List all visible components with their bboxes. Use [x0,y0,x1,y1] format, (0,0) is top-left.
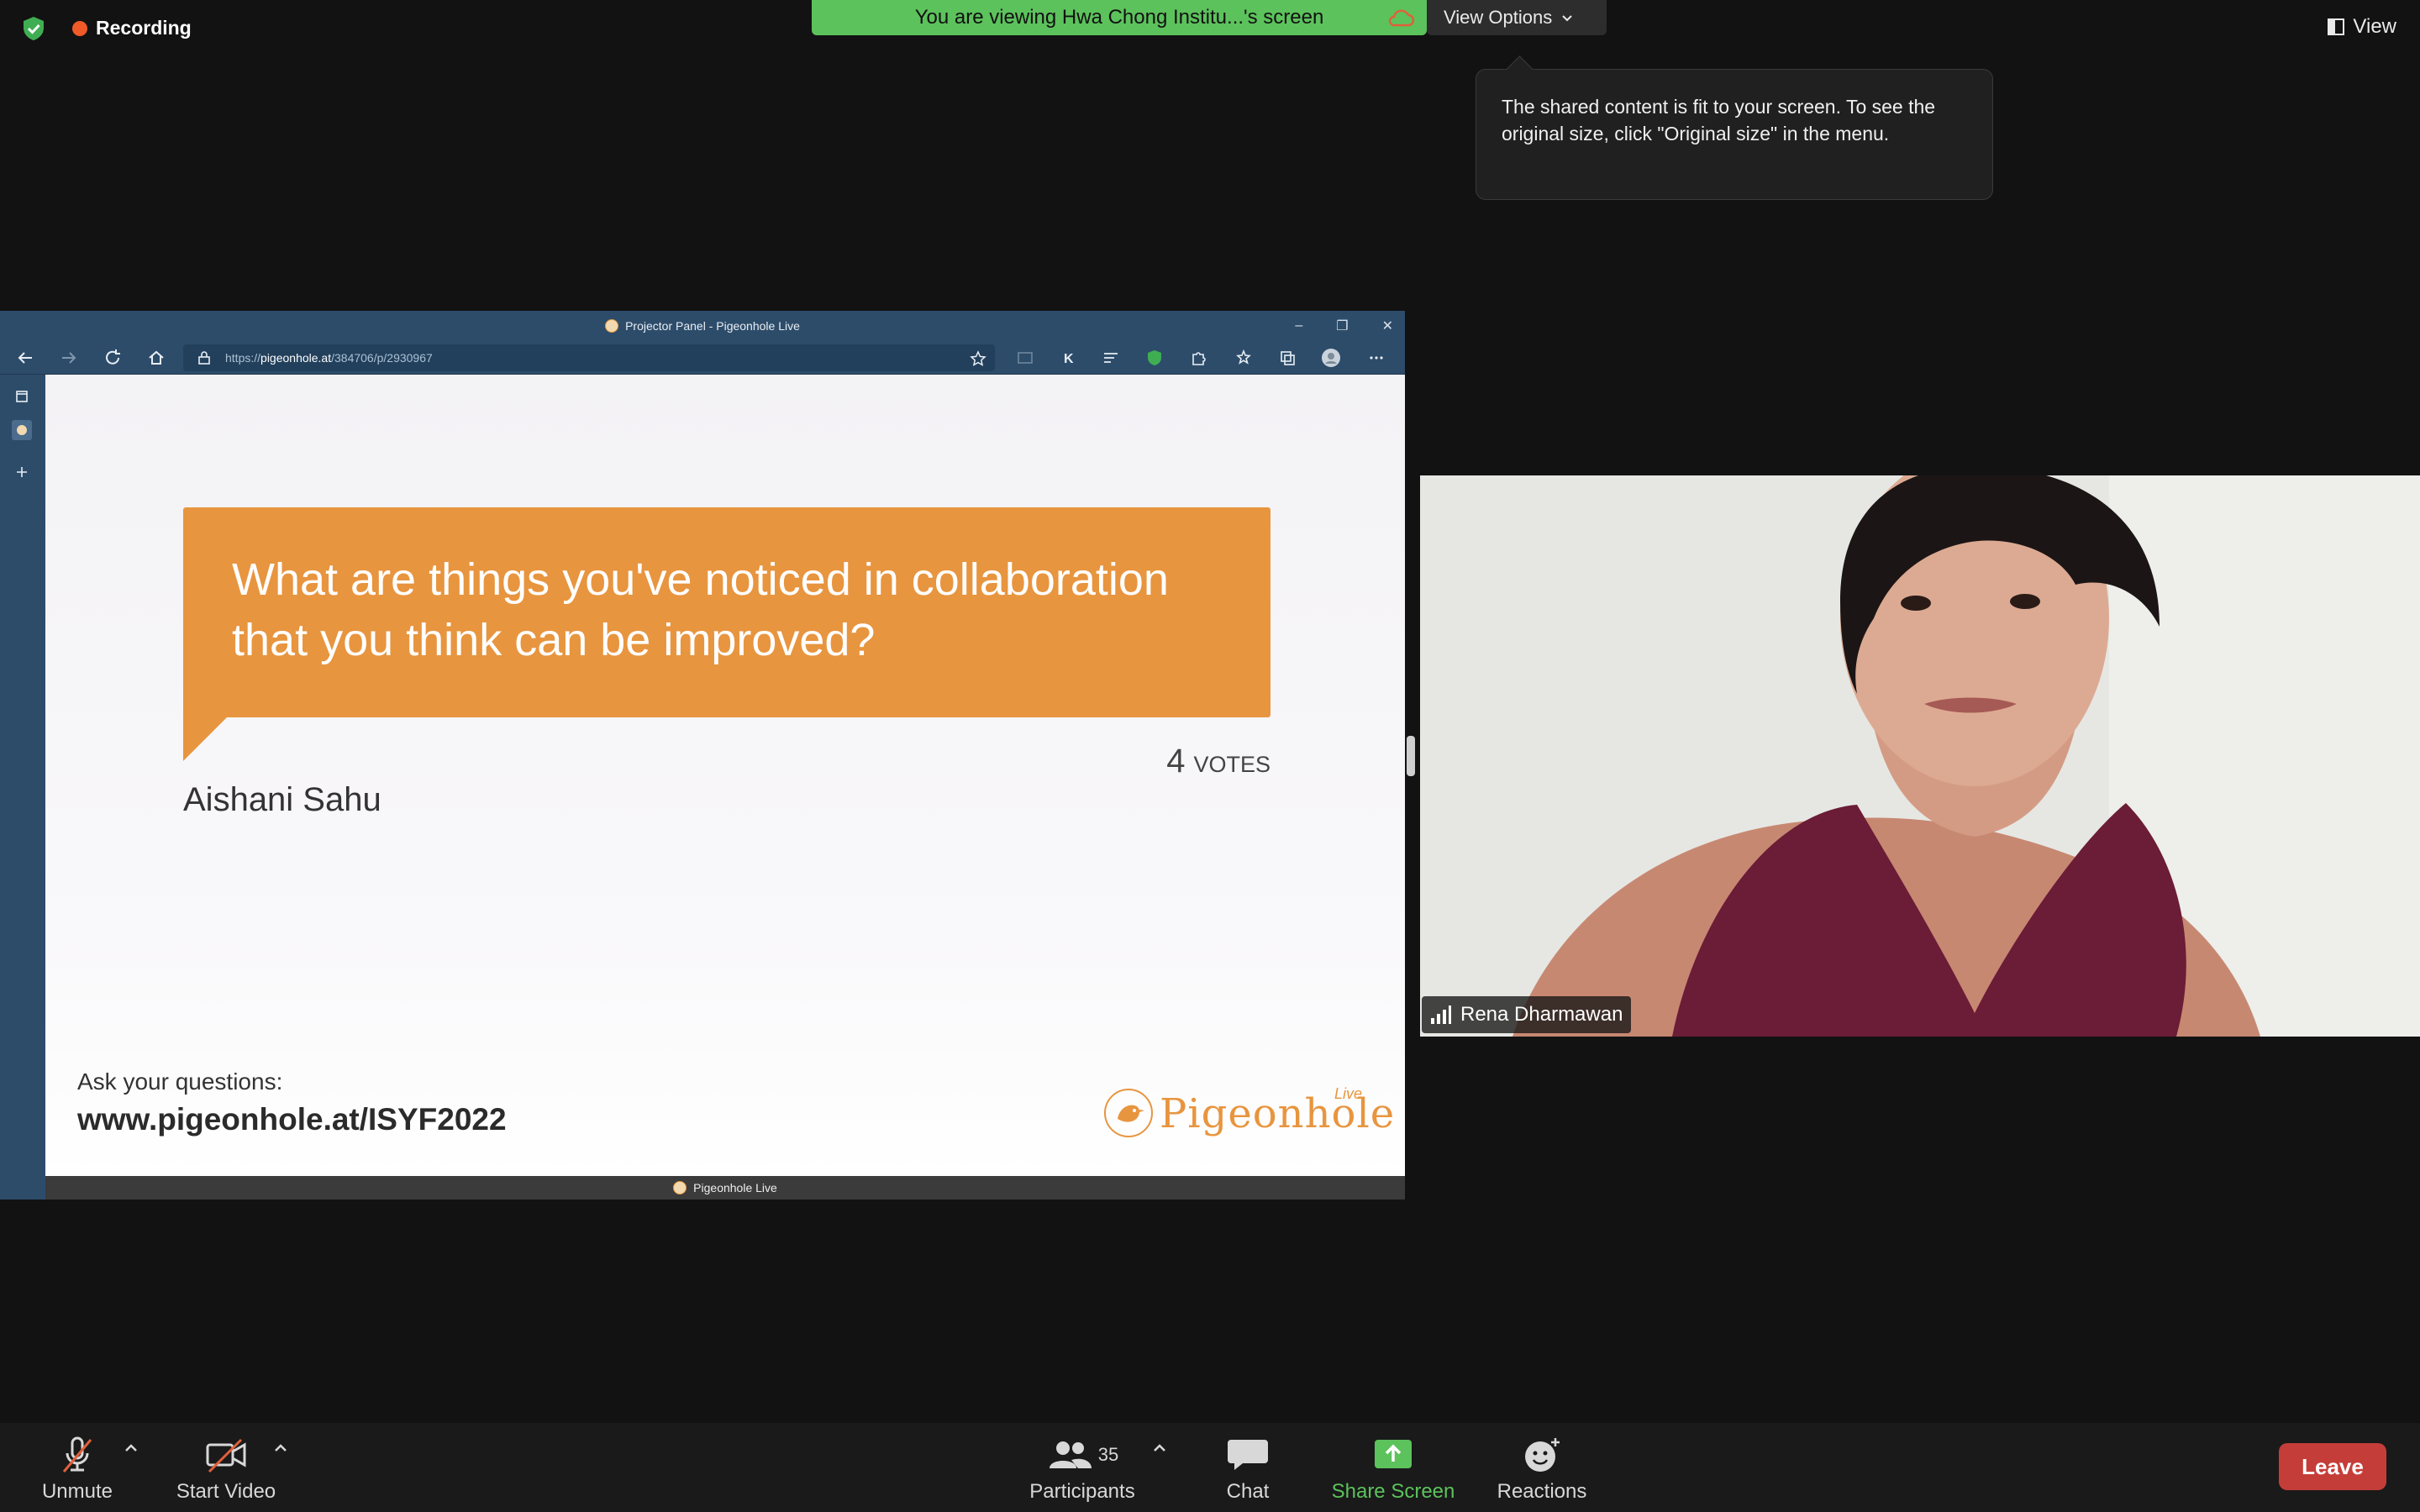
leave-button[interactable]: Leave [2279,1443,2386,1490]
browser-status-bar: Pigeonhole Live [45,1176,1405,1200]
start-video-button[interactable]: Start Video [171,1435,281,1507]
reading-view-icon[interactable] [1015,348,1035,368]
new-tab-plus-icon[interactable] [12,462,32,482]
reactions-smiley-icon [1525,1438,1560,1472]
unmute-label: Unmute [41,1480,113,1503]
collections-icon[interactable] [1277,348,1297,368]
viewing-banner-text: You are viewing Hwa Chong Institu...'s s… [914,6,1324,29]
browser-title-bar: Projector Panel - Pigeonhole Live – ❐ ✕ [0,311,1405,341]
recording-indicator[interactable]: Recording [72,17,192,39]
meeting-controls-bar: Unmute Start Video 35 Participants Chat … [0,1423,2420,1512]
tooltip-text: The shared content is fit to your screen… [1502,96,1936,144]
unmute-button[interactable]: Unmute [37,1435,118,1507]
participant-name-tag: Rena Dharmawan [1422,996,1632,1033]
participant-video-feed [1420,475,2420,1037]
participants-options-caret-icon[interactable] [1151,1441,1168,1455]
question-text: What are things you've noticed in collab… [232,554,1169,665]
browser-vertical-tabs [0,375,45,1200]
browser-toolbar: https://pigeonhole.at/384706/p/2930967 K [0,341,1405,375]
shared-screen-browser: Projector Panel - Pigeonhole Live – ❐ ✕ … [0,311,1405,1200]
participants-button[interactable]: 35 Participants [1022,1435,1143,1507]
shield-check-icon[interactable] [20,15,47,42]
video-camera-off-icon [206,1438,246,1473]
browser-window-title: Projector Panel - Pigeonhole Live [625,319,800,333]
participants-label: Participants [1029,1480,1135,1503]
url-host: pigeonhole.at [260,351,332,365]
cloud-recording-icon [1388,9,1415,27]
status-text: Pigeonhole Live [693,1181,777,1194]
start-video-label: Start Video [176,1480,276,1503]
svg-text:K: K [1064,352,1074,366]
question-card-tail [183,714,230,761]
votes-label: VOTES [1193,752,1270,777]
participant-name: Rena Dharmawan [1460,1003,1623,1026]
tab-actions-icon[interactable] [12,386,32,407]
view-options-label: View Options [1444,7,1553,28]
address-bar[interactable]: https://pigeonhole.at/384706/p/2930967 [183,344,995,371]
microphone-muted-icon [62,1436,92,1473]
split-view-resize-handle[interactable] [1407,736,1415,776]
fit-to-screen-tooltip: The shared content is fit to your screen… [1476,69,1993,200]
ask-questions-url: www.pigeonhole.at/ISYF2022 [77,1102,507,1137]
pigeon-logo-icon [1104,1089,1153,1137]
reactions-label: Reactions [1497,1480,1587,1503]
lock-icon [198,351,210,365]
url-prefix: https:// [225,351,261,365]
minimize-icon[interactable]: – [1295,318,1302,333]
favorites-icon[interactable] [1234,348,1254,368]
reactions-button[interactable]: Reactions [1489,1435,1595,1507]
meeting-top-bar: Recording You are viewing Hwa Chong Inst… [0,0,2420,55]
security-extension-icon[interactable] [1144,348,1165,368]
share-screen-arrow-icon [1375,1440,1412,1468]
recording-dot-icon [72,20,87,36]
profile-avatar-icon[interactable] [1321,348,1341,368]
chat-label: Chat [1226,1480,1270,1503]
viewing-screen-banner: You are viewing Hwa Chong Institu...'s s… [812,0,1427,35]
favorite-star-icon[interactable] [970,350,986,367]
recording-label: Recording [96,17,192,39]
home-icon[interactable] [146,348,166,368]
question-author: Aishani Sahu [183,781,381,818]
view-label: View [2353,15,2396,38]
pigeonhole-tab-icon[interactable] [12,420,32,440]
view-options-button[interactable]: View Options [1427,0,1607,35]
puzzle-extensions-icon[interactable] [1188,348,1208,368]
audio-options-caret-icon[interactable] [123,1441,139,1455]
share-screen-label: Share Screen [1331,1480,1455,1503]
forward-arrow-icon[interactable] [59,348,79,368]
close-icon[interactable]: ✕ [1382,318,1393,334]
pigeonhole-status-icon [673,1181,687,1194]
projector-panel-page: What are things you've noticed in collab… [45,375,1405,1176]
participant-video-tile[interactable]: Rena Dharmawan [1420,475,2420,1037]
view-layout-icon [2328,18,2345,35]
more-menu-icon[interactable] [1366,348,1386,368]
chat-button[interactable]: Chat [1210,1435,1286,1507]
votes-counter: 4 VOTES [1166,743,1270,780]
share-screen-button[interactable]: Share Screen [1324,1435,1462,1507]
video-options-caret-icon[interactable] [272,1441,289,1455]
question-card: What are things you've noticed in collab… [183,507,1270,717]
chevron-down-icon [1562,15,1572,22]
participants-count: 35 [1097,1444,1119,1465]
connection-signal-icon [1431,1005,1451,1024]
participants-icon-group: 35 [1046,1435,1118,1475]
window-controls: – ❐ ✕ [1295,311,1393,341]
ask-questions-label: Ask your questions: [77,1068,283,1095]
restore-icon[interactable]: ❐ [1336,318,1348,334]
participants-icon [1049,1441,1092,1468]
logo-live-superscript: Live [1334,1085,1363,1102]
back-arrow-icon[interactable] [15,348,35,368]
view-button[interactable]: View [2328,15,2396,39]
chat-bubble-icon [1228,1440,1268,1470]
reload-icon[interactable] [103,348,123,368]
extension-k-icon[interactable]: K [1059,348,1079,368]
pigeonhole-favicon-icon [605,319,619,333]
pigeonhole-live-logo: Pigeonhole Live [1101,1080,1394,1147]
leave-label: Leave [2302,1453,2364,1479]
url-path: /384706/p/2930967 [331,351,433,365]
read-aloud-icon[interactable] [1101,348,1121,368]
votes-count: 4 [1166,743,1186,780]
